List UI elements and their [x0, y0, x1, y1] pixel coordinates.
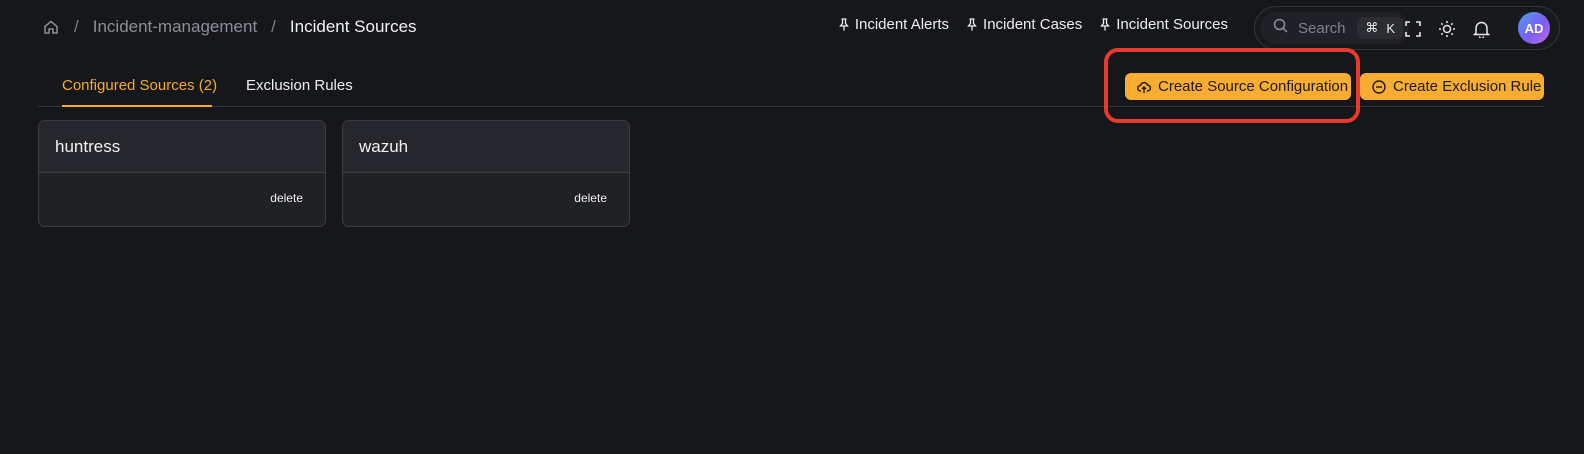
- source-card-wazuh: wazuh delete: [342, 120, 630, 227]
- search-input[interactable]: Search ⌘ K: [1261, 12, 1409, 44]
- source-card-footer: delete: [39, 173, 325, 226]
- pin-icon: [967, 18, 977, 32]
- pinned-link-incident-alerts[interactable]: Incident Alerts: [838, 16, 950, 33]
- cloud-upload-icon: [1137, 80, 1151, 94]
- pinned-link-label: Incident Sources: [1116, 16, 1228, 33]
- create-exclusion-rule-button[interactable]: Create Exclusion Rule: [1360, 73, 1544, 100]
- pin-icon: [838, 18, 849, 32]
- breadcrumb-separator: /: [74, 17, 79, 36]
- pin-icon: [1100, 18, 1111, 32]
- breadcrumb-separator: /: [271, 17, 276, 36]
- breadcrumb: / Incident-management / Incident Sources: [42, 15, 417, 39]
- search-shortcut: ⌘ K: [1357, 17, 1403, 39]
- search-placeholder: Search: [1298, 19, 1346, 37]
- command-key: ⌘: [1365, 20, 1379, 35]
- create-source-label: Create Source Configuration: [1158, 78, 1349, 95]
- pinned-link-incident-cases[interactable]: Incident Cases: [967, 16, 1082, 33]
- fullscreen-icon[interactable]: [1402, 18, 1424, 40]
- delete-button[interactable]: delete: [574, 191, 607, 205]
- shortcut-letter: K: [1386, 20, 1395, 36]
- minus-circle-icon: [1372, 79, 1386, 94]
- tab-exclusion-rules[interactable]: Exclusion Rules: [246, 77, 353, 94]
- create-source-configuration-button[interactable]: Create Source Configuration: [1125, 73, 1351, 100]
- tab-configured-sources[interactable]: Configured Sources (2): [62, 77, 217, 94]
- breadcrumb-current-page: Incident Sources: [289, 17, 417, 36]
- source-card-huntress: huntress delete: [38, 120, 326, 227]
- create-exclusion-label: Create Exclusion Rule: [1393, 78, 1542, 95]
- avatar[interactable]: AD: [1518, 12, 1550, 44]
- delete-button[interactable]: delete: [270, 191, 303, 205]
- tabs-divider: [38, 106, 1544, 107]
- top-header: / Incident-management / Incident Sources…: [0, 0, 1584, 54]
- home-icon[interactable]: [42, 18, 60, 36]
- search-icon: [1273, 18, 1288, 38]
- source-card-footer: delete: [343, 173, 629, 226]
- pinned-link-label: Incident Cases: [983, 16, 1083, 33]
- source-card-title: huntress: [39, 121, 325, 173]
- bell-icon[interactable]: [1470, 18, 1492, 40]
- pinned-links: Incident Alerts Incident Cases Incident …: [838, 16, 1228, 33]
- active-tab-indicator: [62, 105, 212, 107]
- pinned-link-label: Incident Alerts: [854, 16, 950, 33]
- breadcrumb-incident-management[interactable]: Incident-management: [93, 17, 257, 37]
- pinned-link-incident-sources[interactable]: Incident Sources: [1100, 16, 1228, 33]
- sun-icon[interactable]: [1436, 18, 1458, 40]
- source-card-title: wazuh: [343, 121, 629, 173]
- header-toolbar: Search ⌘ K AD: [1254, 6, 1560, 50]
